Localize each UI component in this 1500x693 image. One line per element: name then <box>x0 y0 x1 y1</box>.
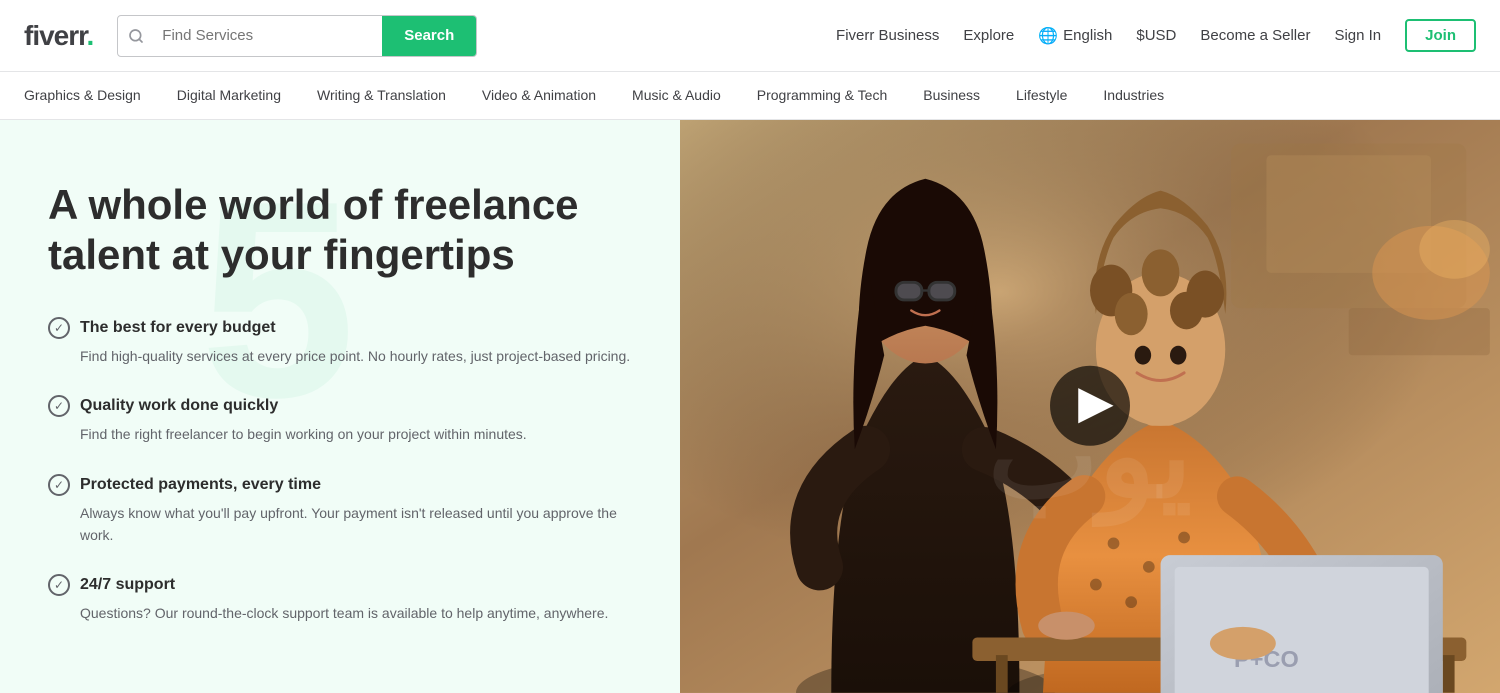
language-selector[interactable]: 🌐 English <box>1038 26 1112 46</box>
feature-quality: ✓ Quality work done quickly Find the rig… <box>48 395 632 445</box>
check-icon-budget: ✓ <box>48 317 70 339</box>
cat-nav-writing-translation[interactable]: Writing & Translation <box>299 72 464 119</box>
become-seller-link[interactable]: Become a Seller <box>1200 27 1310 44</box>
feature-budget-desc: Find high-quality services at every pric… <box>48 345 632 367</box>
cat-nav-digital-marketing[interactable]: Digital Marketing <box>159 72 299 119</box>
join-button[interactable]: Join <box>1405 19 1476 52</box>
feature-quality-heading: ✓ Quality work done quickly <box>48 395 632 417</box>
feature-payments: ✓ Protected payments, every time Always … <box>48 474 632 547</box>
sign-in-link[interactable]: Sign In <box>1334 27 1381 44</box>
feature-support-desc: Questions? Our round-the-clock support t… <box>48 602 632 624</box>
cat-nav-lifestyle[interactable]: Lifestyle <box>998 72 1085 119</box>
cat-nav-video-animation[interactable]: Video & Animation <box>464 72 614 119</box>
check-icon-support: ✓ <box>48 574 70 596</box>
header-nav: Fiverr Business Explore 🌐 English $USD B… <box>836 19 1476 52</box>
feature-budget: ✓ The best for every budget Find high-qu… <box>48 317 632 367</box>
check-icon-quality: ✓ <box>48 395 70 417</box>
feature-quality-title: Quality work done quickly <box>80 397 278 415</box>
cat-nav-music-audio[interactable]: Music & Audio <box>614 72 739 119</box>
cat-nav-graphics-design[interactable]: Graphics & Design <box>24 72 159 119</box>
logo[interactable]: fiverr. <box>24 20 93 52</box>
feature-support: ✓ 24/7 support Questions? Our round-the-… <box>48 574 632 624</box>
feature-quality-desc: Find the right freelancer to begin worki… <box>48 423 632 445</box>
logo-dot: . <box>87 20 94 51</box>
cat-nav-industries[interactable]: Industries <box>1085 72 1182 119</box>
header: fiverr. Search Fiverr Business Explore 🌐… <box>0 0 1500 72</box>
cat-nav-business[interactable]: Business <box>905 72 998 119</box>
logo-text: fiverr <box>24 20 87 51</box>
search-icon <box>118 28 154 44</box>
feature-budget-heading: ✓ The best for every budget <box>48 317 632 339</box>
language-label: English <box>1063 27 1112 44</box>
explore-link[interactable]: Explore <box>963 27 1014 44</box>
feature-budget-title: The best for every budget <box>80 319 276 337</box>
feature-support-title: 24/7 support <box>80 576 175 594</box>
search-bar: Search <box>117 15 477 57</box>
feature-support-heading: ✓ 24/7 support <box>48 574 632 596</box>
fiverr-business-link[interactable]: Fiverr Business <box>836 27 939 44</box>
currency-selector[interactable]: $USD <box>1136 27 1176 44</box>
search-button[interactable]: Search <box>382 16 476 56</box>
category-nav: Graphics & Design Digital Marketing Writ… <box>0 72 1500 120</box>
feature-payments-title: Protected payments, every time <box>80 476 321 494</box>
feature-payments-heading: ✓ Protected payments, every time <box>48 474 632 496</box>
search-input[interactable] <box>154 16 382 56</box>
globe-icon: 🌐 <box>1038 26 1058 46</box>
hero-title: A whole world of freelance talent at you… <box>48 180 632 281</box>
check-icon-payments: ✓ <box>48 474 70 496</box>
cat-nav-programming-tech[interactable]: Programming & Tech <box>739 72 905 119</box>
feature-payments-desc: Always know what you'll pay upfront. You… <box>48 502 632 547</box>
